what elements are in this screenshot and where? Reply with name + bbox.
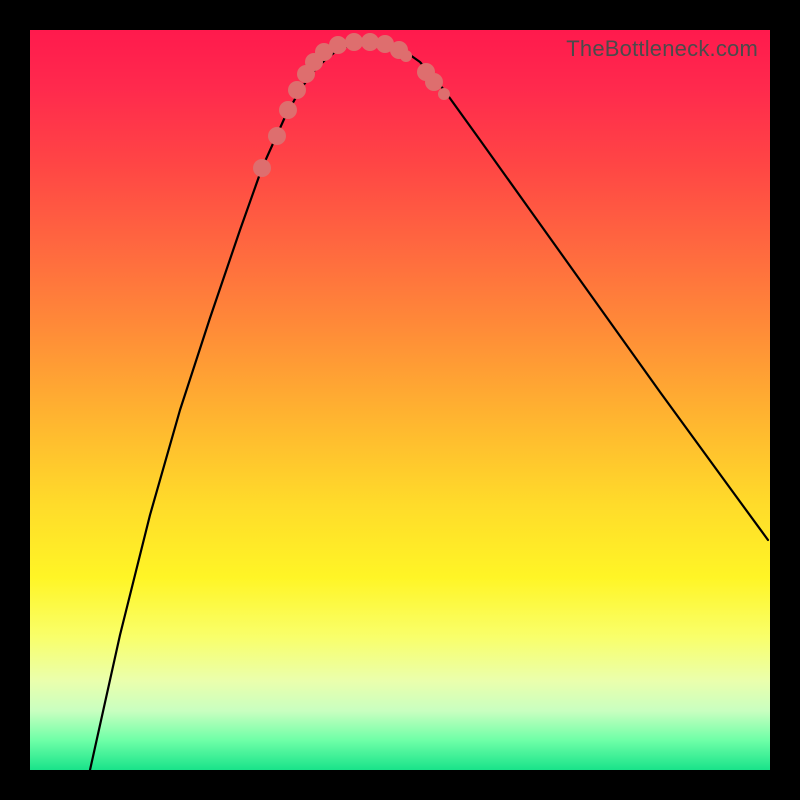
bottleneck-plot: [30, 30, 770, 770]
marker-dot: [425, 73, 443, 91]
chart-frame: TheBottleneck.com: [30, 30, 770, 770]
bottleneck-curve: [90, 42, 768, 770]
highlight-markers: [253, 33, 450, 177]
marker-dot: [253, 159, 271, 177]
marker-dot: [268, 127, 286, 145]
marker-dot: [438, 88, 450, 100]
marker-dot: [345, 33, 363, 51]
marker-dot: [279, 101, 297, 119]
marker-dot: [288, 81, 306, 99]
watermark-text: TheBottleneck.com: [566, 36, 758, 62]
marker-dot: [329, 36, 347, 54]
marker-dot: [400, 50, 412, 62]
